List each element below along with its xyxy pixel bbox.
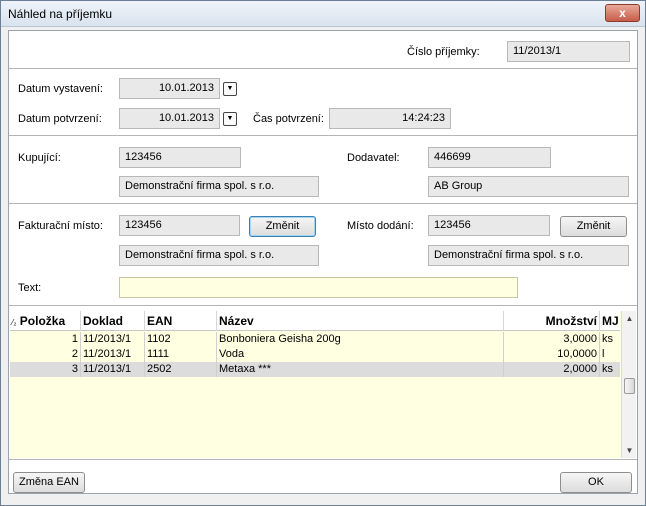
supplier-name-field: AB Group: [428, 176, 629, 197]
column-header-polozka[interactable]: ⁄₂ Položka: [10, 311, 81, 331]
confirm-date-label: Datum potvrzení:: [18, 113, 102, 125]
cell-mj: ks: [602, 363, 613, 375]
cell-nazev: Voda: [217, 347, 504, 362]
text-label: Text:: [18, 282, 42, 294]
divider: [9, 203, 637, 204]
column-header-mj[interactable]: MJ: [600, 311, 620, 331]
cell-ean: 2502: [145, 362, 217, 377]
cell-polozka: 1: [10, 332, 81, 347]
table-row[interactable]: 3 11/2013/1 2502 Metaxa *** 2,0000 ks: [10, 362, 620, 377]
delivery-place-change-button[interactable]: Změnit: [560, 216, 627, 237]
text-input[interactable]: [119, 277, 518, 298]
billing-place-code-field: 123456: [119, 215, 240, 236]
confirm-time-field[interactable]: 14:24:23: [329, 108, 451, 129]
cell-doklad: 11/2013/1: [81, 332, 145, 347]
confirm-time-label: Čas potvrzení:: [253, 113, 324, 125]
issue-date-dropdown-icon[interactable]: ▼: [223, 82, 237, 96]
change-ean-button[interactable]: Změna EAN: [13, 472, 85, 493]
cell-ean: 1102: [145, 332, 217, 347]
delivery-place-code-field: 123456: [428, 215, 550, 236]
confirm-date-dropdown-icon[interactable]: ▼: [223, 112, 237, 126]
cell-doklad: 11/2013/1: [81, 362, 145, 377]
dialog-content: Číslo příjemky: 11/2013/1 Datum vystaven…: [8, 30, 638, 494]
cell-doklad: 11/2013/1: [81, 347, 145, 362]
window-title: Náhled na příjemku: [8, 7, 113, 21]
sort-icon: ⁄₂: [12, 318, 17, 327]
receipt-number-label: Číslo příjemky:: [407, 46, 480, 58]
cell-mnozstvi: 3,0000: [504, 332, 600, 347]
scroll-thumb[interactable]: [624, 378, 635, 394]
items-grid[interactable]: ⁄₂ Položka Doklad EAN Název Množství MJ …: [10, 311, 636, 458]
cell-polozka: 3: [10, 362, 81, 377]
column-header-mnozstvi[interactable]: Množství: [504, 311, 600, 331]
scroll-up-icon[interactable]: ▲: [622, 311, 636, 326]
divider: [9, 305, 637, 306]
table-row[interactable]: 2 11/2013/1 1111 Voda 10,0000 l: [10, 347, 620, 362]
buyer-label: Kupující:: [18, 152, 61, 164]
grid-header: ⁄₂ Položka Doklad EAN Název Množství MJ: [10, 311, 620, 331]
ok-button[interactable]: OK: [560, 472, 632, 493]
cell-mnozstvi: 10,0000: [504, 347, 600, 362]
column-header-ean[interactable]: EAN: [145, 311, 217, 331]
issue-date-field[interactable]: 10.01.2013: [119, 78, 220, 99]
buyer-name-field: Demonstrační firma spol. s r.o.: [119, 176, 319, 197]
title-bar: Náhled na příjemku x: [1, 1, 645, 27]
column-header-doklad[interactable]: Doklad: [81, 311, 145, 331]
close-button[interactable]: x: [605, 4, 640, 22]
divider: [9, 459, 637, 460]
scroll-down-icon[interactable]: ▼: [622, 443, 636, 458]
delivery-place-name-field: Demonstrační firma spol. s r.o.: [428, 245, 629, 266]
divider: [9, 68, 637, 69]
billing-place-change-button[interactable]: Změnit: [249, 216, 316, 237]
confirm-date-field[interactable]: 10.01.2013: [119, 108, 220, 129]
billing-place-name-field: Demonstrační firma spol. s r.o.: [119, 245, 319, 266]
cell-nazev: Bonboniera Geisha 200g: [217, 332, 504, 347]
supplier-code-field: 446699: [428, 147, 551, 168]
vertical-scrollbar[interactable]: ▲ ▼: [621, 311, 636, 458]
divider: [9, 135, 637, 136]
cell-ean: 1111: [145, 347, 217, 362]
cell-mnozstvi: 2,0000: [504, 362, 600, 377]
cell-mj: l: [602, 348, 605, 360]
receipt-number-field: 11/2013/1: [507, 41, 630, 62]
buyer-code-field: 123456: [119, 147, 241, 168]
cell-mj: ks: [602, 333, 613, 345]
billing-place-label: Fakturační místo:: [18, 220, 103, 232]
receipt-preview-window: Náhled na příjemku x Číslo příjemky: 11/…: [0, 0, 646, 506]
table-row[interactable]: 1 11/2013/1 1102 Bonboniera Geisha 200g …: [10, 332, 620, 347]
supplier-label: Dodavatel:: [347, 152, 400, 164]
issue-date-label: Datum vystavení:: [18, 83, 103, 95]
delivery-place-label: Místo dodání:: [347, 220, 414, 232]
cell-nazev: Metaxa ***: [217, 362, 504, 377]
column-header-nazev[interactable]: Název: [217, 311, 504, 331]
cell-polozka: 2: [10, 347, 81, 362]
